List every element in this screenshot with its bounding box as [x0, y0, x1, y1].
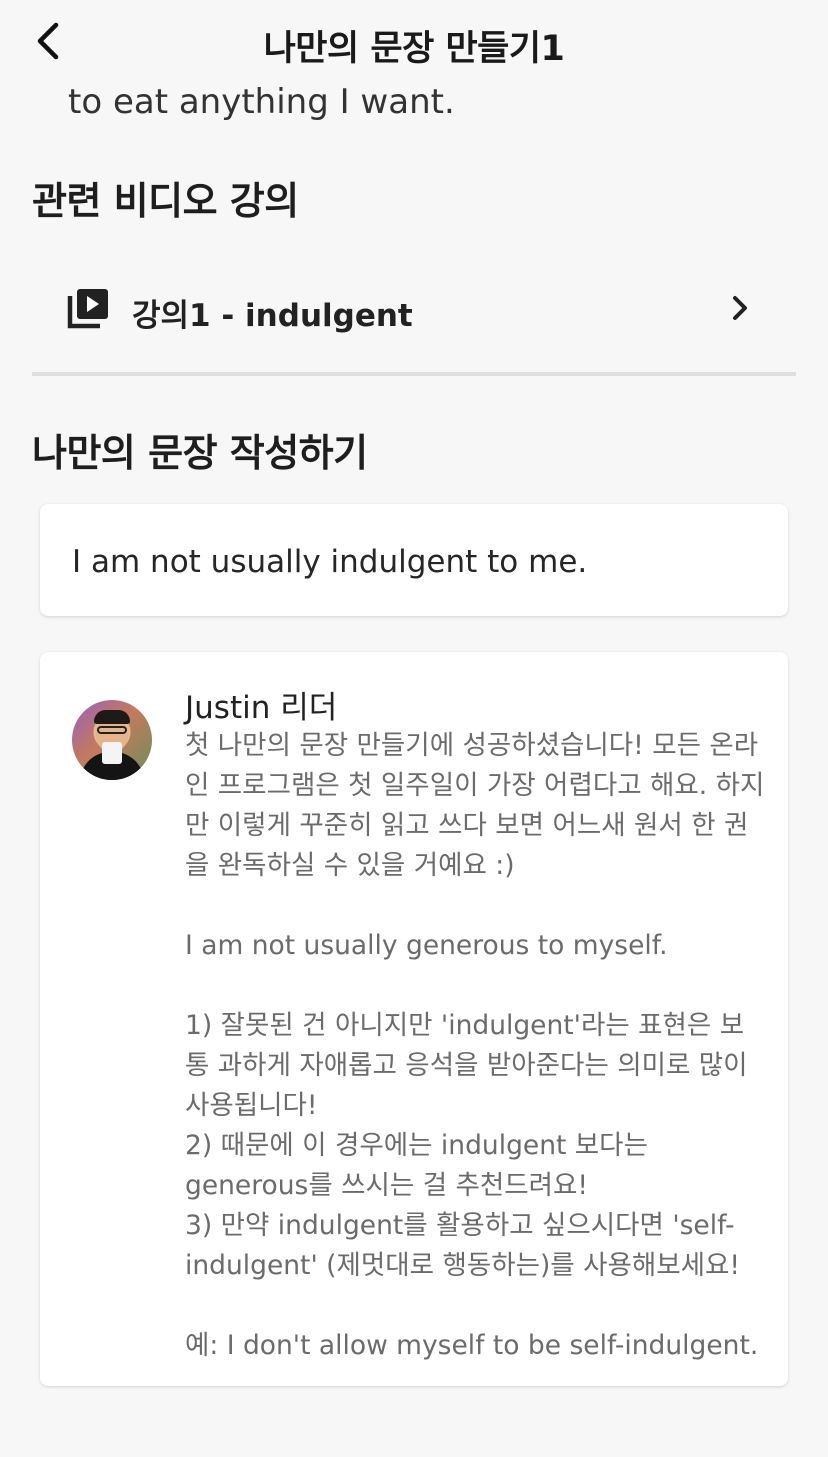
avatar — [72, 700, 152, 780]
chevron-right-icon — [733, 296, 747, 320]
page-title: 나만의 문장 만들기1 — [263, 29, 565, 69]
feedback-paragraph: 1) 잘못된 건 아니지만 'indulgent'라는 표현은 보통 과하게 자… — [185, 1010, 748, 1281]
feedback-body: 첫 나만의 문장 만들기에 성공하셨습니다! 모든 온라인 프로그램은 첫 일주… — [185, 726, 765, 1366]
related-videos-title: 관련 비디오 강의 — [32, 179, 299, 223]
video-library-icon — [67, 289, 108, 329]
app-header: 나만의 문장 만들기1 — [0, 0, 828, 86]
feedback-card: Justin 리더 첫 나만의 문장 만들기에 성공하셨습니다! 모든 온라인 … — [40, 652, 788, 1386]
video-lecture-label: 강의1 - indulgent — [132, 298, 413, 334]
my-sentence-text: I am not usually indulgent to me. — [72, 544, 588, 580]
section-divider — [32, 372, 796, 376]
feedback-paragraph: 첫 나만의 문장 만들기에 성공하셨습니다! 모든 온라인 프로그램은 첫 일주… — [185, 730, 765, 881]
previous-sentence-text: to eat anything I want. — [68, 82, 455, 122]
video-lecture-item[interactable]: 강의1 - indulgent — [32, 262, 796, 358]
feedback-paragraph: 예: I don't allow myself to be self-indul… — [185, 1330, 759, 1361]
my-sentence-card[interactable]: I am not usually indulgent to me. — [40, 504, 788, 616]
write-sentence-title: 나만의 문장 작성하기 — [32, 431, 368, 475]
feedback-paragraph: I am not usually generous to myself. — [185, 930, 668, 961]
feedback-author: Justin 리더 — [185, 690, 338, 726]
